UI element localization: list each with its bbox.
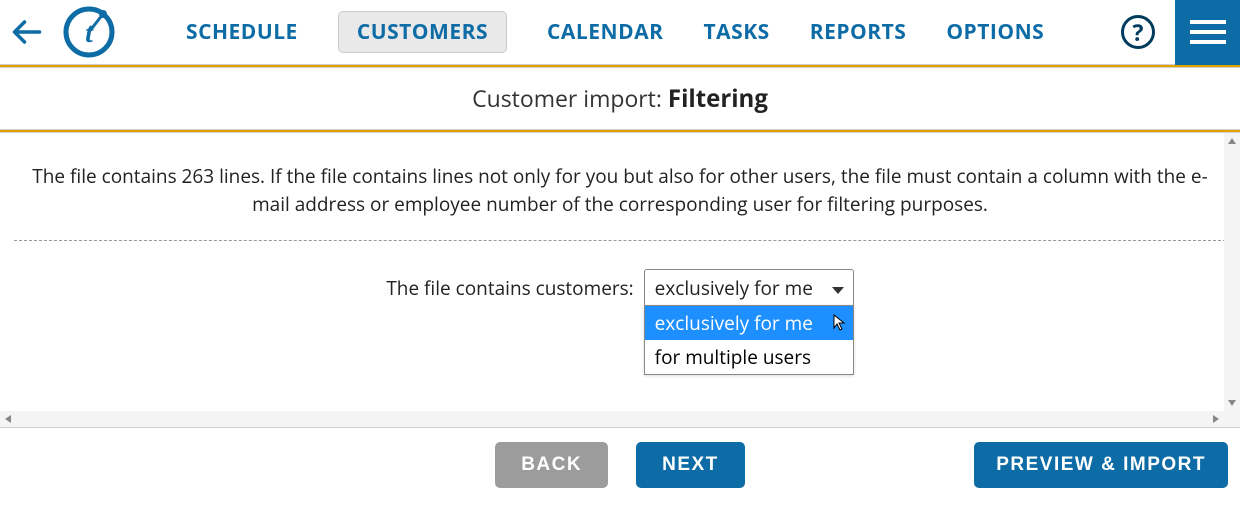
select-value: exclusively for me: [655, 275, 813, 301]
nav-reports[interactable]: REPORTS: [810, 18, 907, 46]
divider: [14, 240, 1226, 241]
intro-text: The file contains 263 lines. If the file…: [14, 163, 1226, 218]
scroll-up-icon[interactable]: [1224, 133, 1240, 149]
back-button[interactable]: BACK: [495, 442, 608, 488]
nav-customers[interactable]: CUSTOMERS: [338, 11, 507, 53]
main-content: The file contains 263 lines. If the file…: [0, 132, 1240, 427]
page-title-section: Customer import: Filtering: [0, 65, 1240, 132]
preview-import-button[interactable]: PREVIEW & IMPORT: [974, 442, 1228, 488]
svg-text:t: t: [85, 18, 94, 49]
header-right: ?: [1121, 0, 1240, 65]
horizontal-scrollbar[interactable]: [0, 411, 1240, 427]
logo-icon: t: [62, 5, 116, 59]
customers-for-dropdown: exclusively for me for multiple users: [644, 305, 854, 375]
footer-actions: BACK NEXT PREVIEW & IMPORT: [0, 427, 1240, 502]
option-label: exclusively for me: [655, 310, 813, 336]
nav-tasks[interactable]: TASKS: [703, 18, 769, 46]
scroll-right-icon[interactable]: [1208, 411, 1224, 427]
nav-options[interactable]: OPTIONS: [946, 18, 1044, 46]
form-row: The file contains customers: exclusively…: [14, 269, 1226, 307]
vertical-scrollbar[interactable]: [1224, 133, 1240, 411]
customers-for-select[interactable]: exclusively for me: [644, 269, 854, 307]
app-header: t SCHEDULE CUSTOMERS CALENDAR TASKS REPO…: [0, 0, 1240, 65]
main-scroll: The file contains 263 lines. If the file…: [2, 133, 1238, 307]
scroll-left-icon[interactable]: [0, 411, 16, 427]
scroll-down-icon[interactable]: [1224, 395, 1240, 411]
help-icon[interactable]: ?: [1121, 15, 1155, 49]
dropdown-option-multiple[interactable]: for multiple users: [645, 340, 853, 374]
next-button[interactable]: NEXT: [636, 442, 745, 488]
main-nav: SCHEDULE CUSTOMERS CALENDAR TASKS REPORT…: [186, 11, 1044, 53]
dropdown-label: The file contains customers:: [386, 275, 633, 301]
page-title: Customer import: Filtering: [0, 67, 1240, 130]
hamburger-menu-icon[interactable]: [1175, 0, 1240, 65]
cursor-icon: [833, 312, 847, 338]
dropdown-option-exclusively[interactable]: exclusively for me: [645, 306, 853, 340]
nav-schedule[interactable]: SCHEDULE: [186, 18, 298, 46]
customers-for-select-wrapper: exclusively for me exclusively for me: [644, 269, 854, 307]
title-bold: Filtering: [668, 82, 768, 115]
chevron-down-icon: [831, 275, 845, 301]
option-label: for multiple users: [655, 344, 811, 370]
nav-calendar[interactable]: CALENDAR: [547, 18, 663, 46]
header-left: t: [0, 5, 116, 59]
title-prefix: Customer import:: [472, 82, 668, 114]
back-arrow-icon[interactable]: [10, 15, 44, 49]
